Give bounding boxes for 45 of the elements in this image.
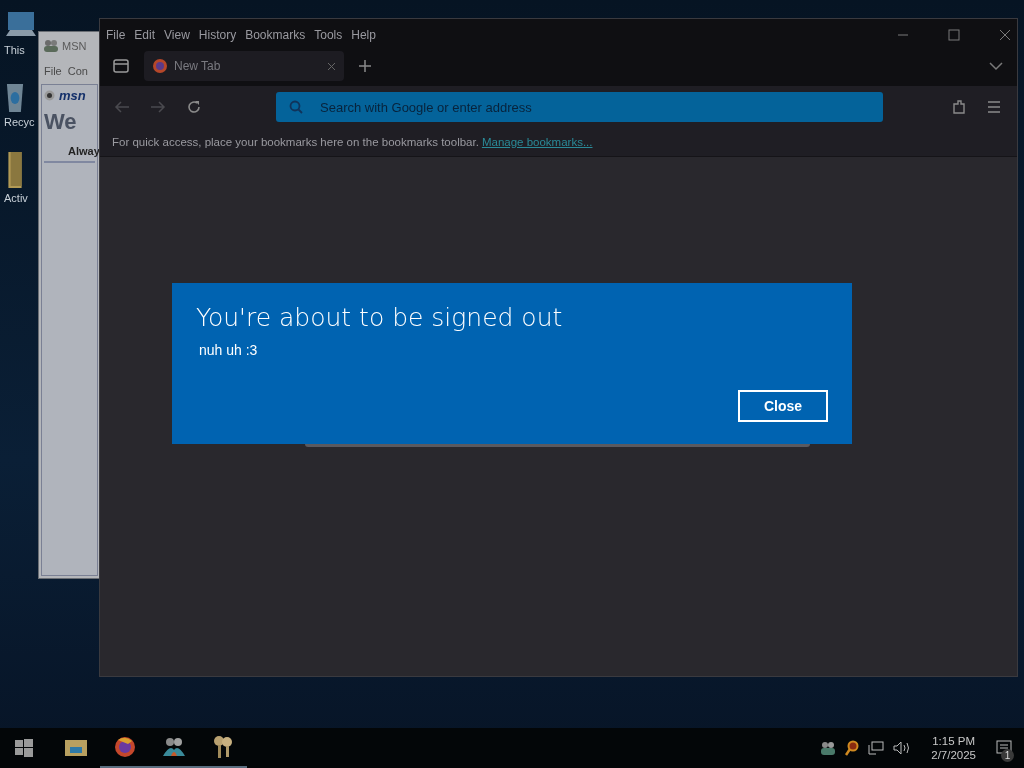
browser-logo-icon (113, 736, 136, 758)
menu-item[interactable]: Tools (314, 28, 343, 42)
desktop-icon-label[interactable]: This (4, 44, 25, 56)
chevron-down-icon[interactable] (989, 61, 1003, 71)
maximize-icon[interactable] (948, 29, 960, 41)
menu-item[interactable]: File (106, 28, 126, 42)
menu-item[interactable]: History (198, 28, 237, 42)
menu-item[interactable]: Con (67, 65, 88, 77)
heading: We (44, 109, 78, 135)
close-icon[interactable] (999, 29, 1011, 41)
menu-item[interactable]: View (164, 28, 190, 42)
dialog-message: nuh uh :3 (199, 342, 259, 358)
menu-item[interactable]: Bookmarks (245, 28, 306, 42)
desktop-icon-label[interactable]: Activ (4, 192, 28, 204)
desktop-icon-label[interactable]: Recyc (4, 116, 35, 128)
close-button[interactable]: Close (738, 390, 828, 422)
people-icon (43, 39, 59, 53)
browser-logo-icon (152, 58, 168, 74)
magnifier-icon[interactable] (845, 740, 860, 756)
bookmarks-hint: For quick access, place your bookmarks here on the bookmarks toolbar. (112, 136, 479, 148)
menu-icon[interactable] (987, 101, 1001, 113)
notification-badge: 1 (1001, 749, 1014, 762)
tab-list-icon[interactable] (112, 58, 130, 74)
browser-tab[interactable]: New Tab (144, 51, 344, 81)
keys-icon (211, 735, 234, 759)
new-tab-icon[interactable] (358, 59, 372, 73)
logo: msn (59, 88, 86, 103)
window-title: MSN (62, 40, 87, 52)
start-icon[interactable] (15, 739, 33, 757)
manage-bookmarks-link[interactable]: Manage bookmarks... (481, 136, 593, 148)
reload-icon[interactable] (186, 99, 202, 115)
people-icon (161, 736, 186, 758)
clock[interactable]: 1:15 PM 2/7/2025 (923, 735, 984, 761)
close-icon[interactable] (327, 61, 336, 71)
menu-item[interactable]: Help (351, 28, 376, 42)
folder-icon (64, 738, 87, 756)
address-field[interactable]: Search with Google or enter address (276, 92, 883, 122)
network-icon[interactable] (868, 741, 885, 755)
volume-icon[interactable] (893, 741, 912, 755)
menu-item[interactable]: Edit (134, 28, 156, 42)
menu-item[interactable]: File (44, 65, 62, 77)
extensions-icon[interactable] (951, 99, 967, 115)
dialog-title: You're about to be signed out (196, 303, 564, 332)
people-icon[interactable] (820, 741, 837, 755)
search-icon (289, 100, 303, 114)
